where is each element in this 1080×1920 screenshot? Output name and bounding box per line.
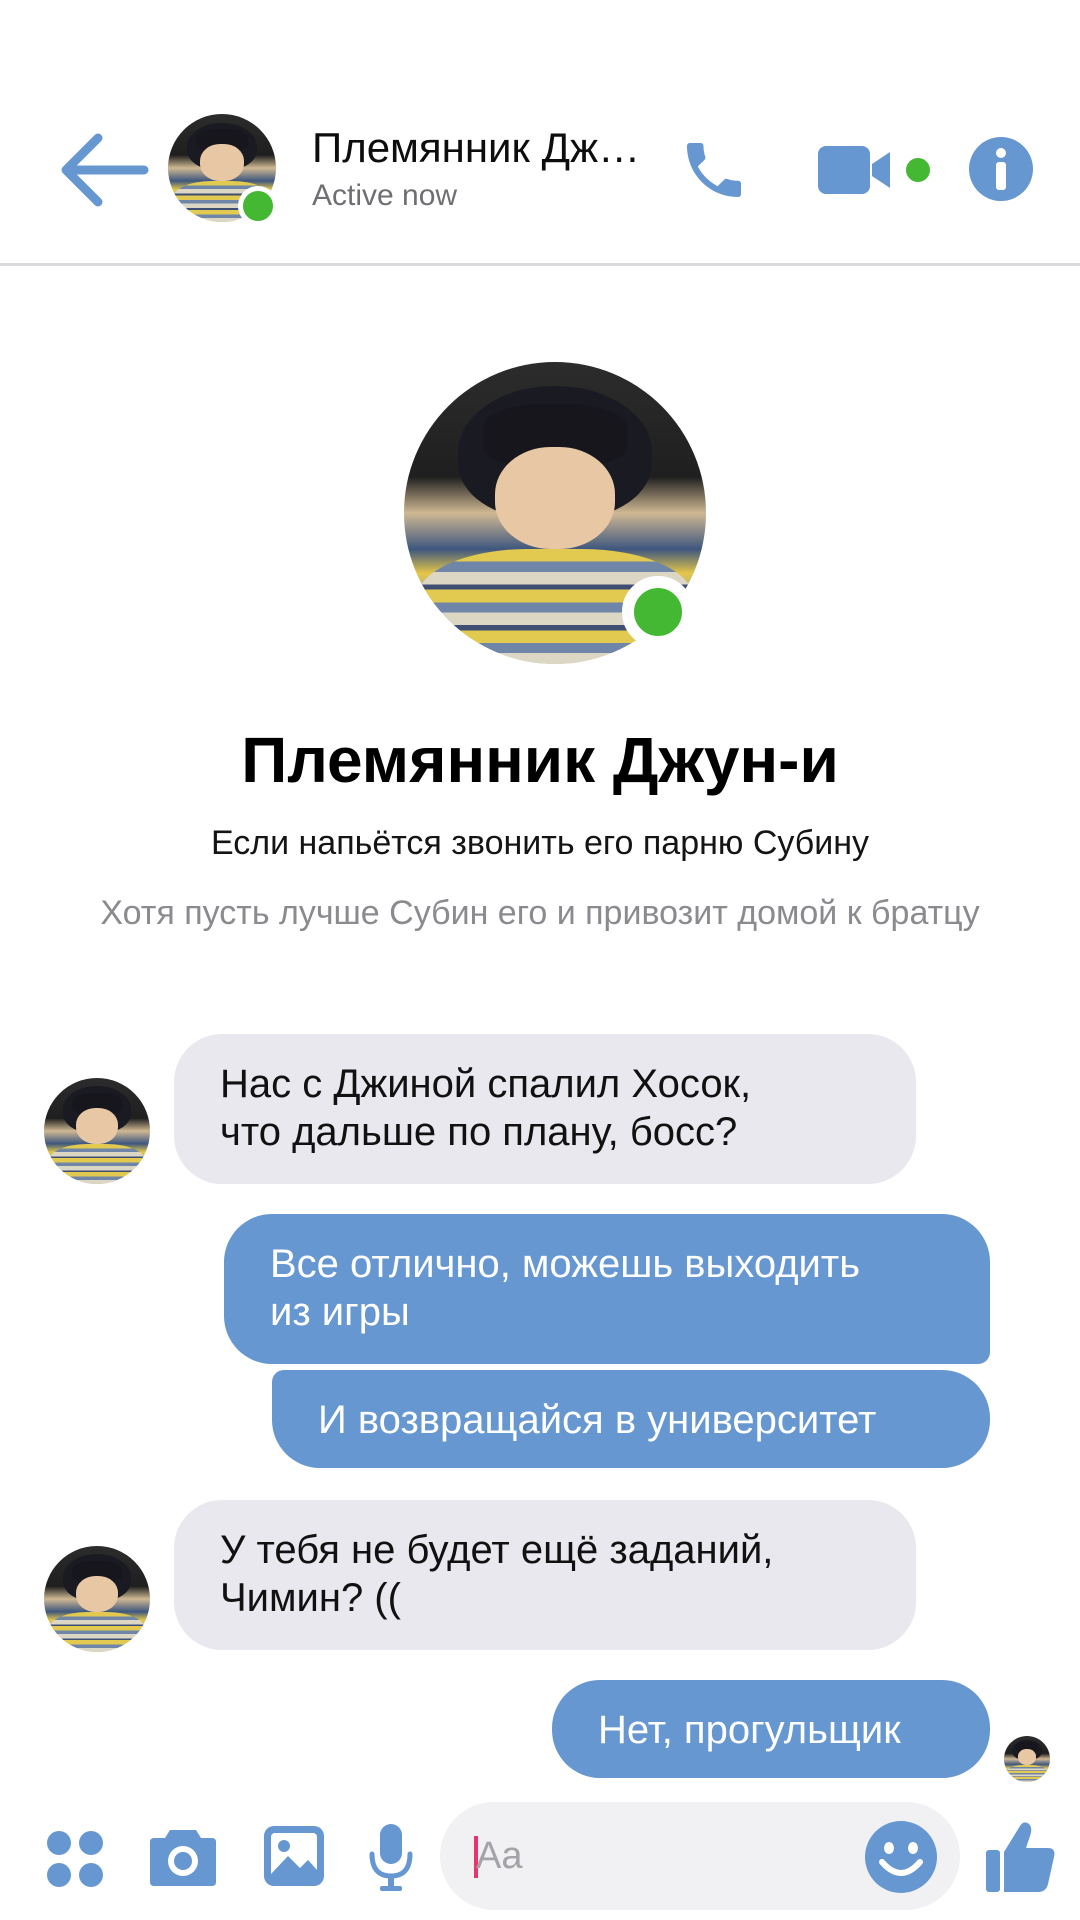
gallery-icon (264, 1826, 324, 1886)
profile-name: Племянник Джун-и (241, 724, 839, 796)
avatar-photo (1004, 1736, 1050, 1782)
message-input[interactable] (476, 1828, 856, 1884)
apps-icon (47, 1831, 103, 1887)
message-text: И возвращайся в университет (318, 1398, 877, 1442)
online-indicator (238, 186, 278, 226)
gallery-button[interactable] (262, 1824, 326, 1888)
sender-avatar[interactable] (44, 1546, 150, 1652)
profile-online-indicator (622, 576, 694, 648)
profile-description: Если напьётся звонить его парню Субину (210, 824, 870, 862)
like-button[interactable] (986, 1820, 1056, 1894)
voice-call-button[interactable] (678, 134, 750, 206)
emoji-icon (865, 1821, 937, 1893)
conversation-header: Племянник Дж… Active now (0, 0, 1080, 266)
avatar-photo (44, 1078, 150, 1184)
contact-status: Active now (312, 179, 458, 212)
message-bubble-incoming[interactable]: Нас с Джиной спалил Хосок, что дальше по… (174, 1034, 916, 1184)
apps-button[interactable] (46, 1830, 104, 1888)
info-button[interactable] (968, 136, 1034, 202)
back-button[interactable] (58, 130, 158, 210)
message-bubble-outgoing[interactable]: Нет, прогульщик (552, 1680, 990, 1778)
message-input-box[interactable] (440, 1802, 960, 1910)
voice-message-button[interactable] (368, 1822, 414, 1892)
message-text: У тебя не будет ещё заданий, Чимин? (( (220, 1528, 774, 1620)
phone-icon (687, 143, 741, 197)
info-icon (969, 137, 1033, 201)
emoji-button[interactable] (864, 1820, 938, 1894)
seen-receipt-avatar (1004, 1736, 1050, 1782)
message-bubble-outgoing[interactable]: И возвращайся в университет (272, 1370, 990, 1468)
contact-avatar[interactable] (168, 114, 278, 226)
avatar-photo (44, 1546, 150, 1652)
video-camera-icon (818, 146, 930, 194)
message-bubble-outgoing[interactable]: Все отлично, можешь выходить из игры (224, 1214, 990, 1364)
contact-name: Племянник Дж… (312, 124, 641, 171)
message-composer (0, 1790, 1080, 1920)
thumbs-up-icon (986, 1822, 1055, 1892)
message-text: Нас с Джиной спалил Хосок, что дальше по… (220, 1062, 752, 1154)
message-text: Все отлично, можешь выходить из игры (270, 1242, 861, 1334)
sender-avatar[interactable] (44, 1078, 150, 1184)
message-text: Нет, прогульщик (598, 1708, 901, 1752)
message-bubble-incoming[interactable]: У тебя не будет ещё заданий, Чимин? (( (174, 1500, 916, 1650)
video-call-button[interactable] (818, 142, 934, 198)
back-arrow-icon (61, 133, 149, 207)
camera-icon (150, 1830, 216, 1886)
profile-subtitle: Хотя пусть лучше Субин его и привозит до… (100, 894, 980, 932)
microphone-icon (369, 1824, 413, 1891)
profile-avatar[interactable] (404, 362, 706, 664)
contact-title[interactable]: Племянник Дж… Active now (312, 122, 662, 214)
camera-button[interactable] (148, 1826, 218, 1888)
